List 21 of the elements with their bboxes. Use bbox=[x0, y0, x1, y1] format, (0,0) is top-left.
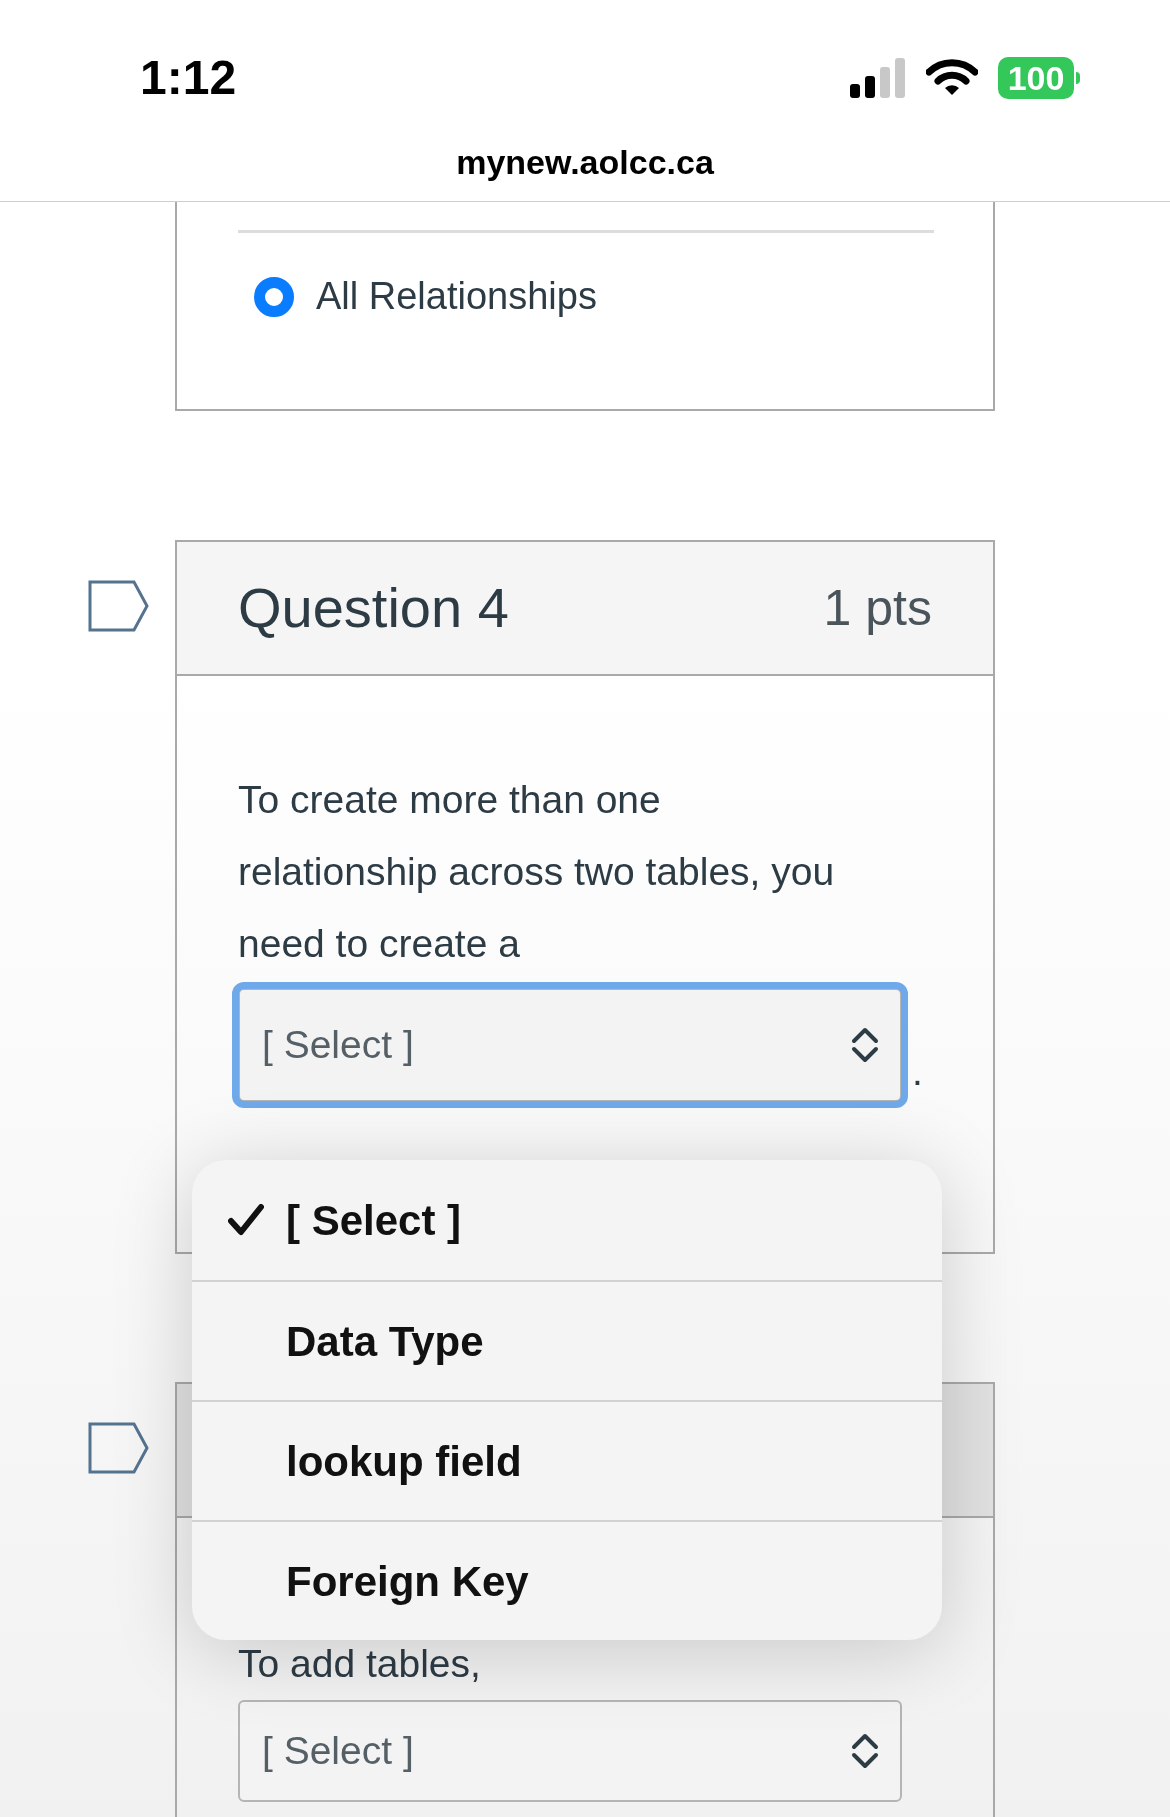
flag-icon bbox=[88, 580, 150, 632]
menu-option[interactable]: lookup field bbox=[192, 1400, 942, 1520]
question-text: To create more than one relationship across two tables, you need to create a bbox=[238, 777, 836, 967]
radio-button[interactable] bbox=[254, 276, 294, 317]
menu-option[interactable]: Foreign Key bbox=[192, 1520, 942, 1640]
menu-option[interactable]: Data Type bbox=[192, 1280, 942, 1400]
flag-icon bbox=[88, 1422, 150, 1474]
sentence-period: . bbox=[912, 1049, 923, 1095]
menu-option[interactable]: [ Select ] bbox=[192, 1160, 942, 1280]
question-text: To add tables, bbox=[238, 1641, 482, 1687]
question-title: Question 4 bbox=[238, 575, 509, 641]
wifi-icon bbox=[926, 59, 978, 97]
signal-icon bbox=[850, 58, 906, 98]
chevron-updown-icon bbox=[850, 1732, 880, 1770]
option-label: All Relationships bbox=[316, 274, 597, 319]
address-url[interactable]: mynew.aolcc.ca bbox=[456, 142, 714, 182]
question-points: 1 pts bbox=[823, 578, 932, 638]
clock-time: 1:12 bbox=[140, 50, 237, 106]
checkmark-icon bbox=[228, 1204, 264, 1236]
answer-select[interactable]: [ Select ] bbox=[238, 1700, 902, 1802]
chevron-updown-icon bbox=[850, 1026, 880, 1064]
